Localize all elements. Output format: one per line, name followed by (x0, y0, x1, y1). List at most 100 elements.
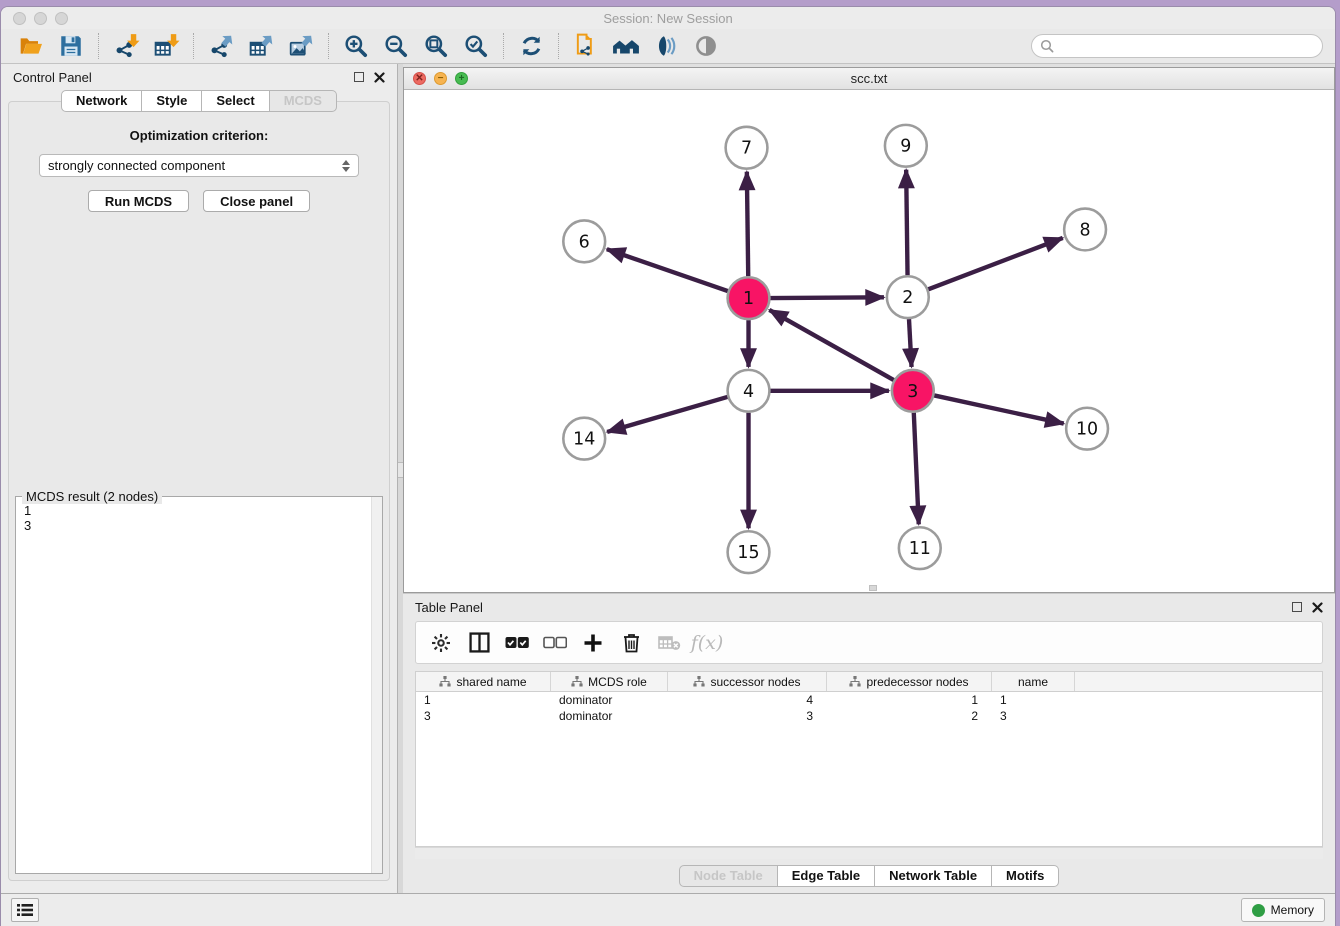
zoom-selected-button[interactable] (456, 31, 496, 61)
graph-edge-3-11[interactable] (914, 413, 919, 525)
tab-network[interactable]: Network (61, 90, 142, 112)
network-close-icon[interactable]: ✕ (413, 72, 426, 85)
zoom-out-button[interactable] (376, 31, 416, 61)
select-all-rows-button[interactable] (500, 626, 534, 660)
add-column-button[interactable] (576, 626, 610, 660)
network-window-titlebar[interactable]: scc.txt ✕ − + (404, 68, 1334, 90)
delete-column-button[interactable] (614, 626, 648, 660)
cell-name[interactable]: 3 (992, 708, 1075, 724)
cell-shared-name[interactable]: 3 (416, 708, 551, 724)
cell-successor-nodes[interactable]: 3 (668, 708, 827, 724)
import-table-button[interactable] (146, 31, 186, 61)
close-panel-icon[interactable] (374, 72, 385, 83)
graph-edge-2-3[interactable] (909, 319, 912, 367)
graph-node-10[interactable]: 10 (1066, 408, 1108, 450)
home-button[interactable] (606, 31, 646, 61)
graph-edge-1-7[interactable] (747, 172, 748, 277)
table-settings-button[interactable] (424, 626, 458, 660)
graph-edge-1-2[interactable] (770, 297, 884, 298)
graph-node-4[interactable]: 4 (728, 370, 770, 412)
cell-predecessor-nodes[interactable]: 2 (827, 708, 992, 724)
toolbar-separator (193, 33, 194, 59)
graph-node-8[interactable]: 8 (1064, 209, 1106, 251)
graph-edge-2-8[interactable] (928, 238, 1062, 289)
column-label: successor nodes (710, 675, 800, 689)
close-panel-button[interactable]: Close panel (203, 190, 310, 212)
visual-style-button[interactable] (646, 31, 686, 61)
svg-text:6: 6 (579, 232, 590, 252)
new-network-from-selection-button[interactable] (566, 31, 606, 61)
graph-node-1[interactable]: 1 (728, 277, 770, 319)
search-input[interactable] (1054, 38, 1314, 54)
import-network-button[interactable] (106, 31, 146, 61)
table-row-1[interactable]: 1dominator411 (416, 692, 1322, 708)
zoom-in-button[interactable] (336, 31, 376, 61)
export-image-button[interactable] (281, 31, 321, 61)
apply-function-icon: f(x) (691, 632, 724, 654)
split-view-button[interactable] (462, 626, 496, 660)
new-network-from-selection-icon (573, 33, 600, 59)
tab-style[interactable]: Style (142, 90, 202, 112)
visual-style-icon (653, 33, 679, 59)
column-header-MCDS-role[interactable]: MCDS role (551, 672, 668, 691)
cell-shared-name[interactable]: 1 (416, 692, 551, 708)
close-table-panel-icon[interactable] (1312, 602, 1323, 613)
float-table-panel-icon[interactable] (1292, 602, 1302, 612)
tab-motifs[interactable]: Motifs (992, 865, 1059, 887)
horizontal-splitter-grip[interactable] (869, 585, 877, 591)
column-header-name[interactable]: name (992, 672, 1075, 691)
table-hscrollbar[interactable] (415, 847, 1323, 859)
column-header-predecessor-nodes[interactable]: predecessor nodes (827, 672, 992, 691)
deselect-all-rows-button[interactable] (538, 626, 572, 660)
cell-predecessor-nodes[interactable]: 1 (827, 692, 992, 708)
cell-MCDS-role[interactable]: dominator (551, 708, 668, 724)
column-header-shared-name[interactable]: shared name (416, 672, 551, 691)
task-history-button[interactable] (11, 898, 39, 922)
search-field[interactable] (1031, 34, 1323, 58)
optimization-criterion-select[interactable]: strongly connected component (39, 154, 359, 177)
result-scrollbar[interactable] (371, 497, 382, 873)
open-session-button[interactable] (11, 31, 51, 61)
network-maximize-icon[interactable]: + (455, 72, 468, 85)
tab-edge-table[interactable]: Edge Table (778, 865, 875, 887)
tab-mcds[interactable]: MCDS (270, 90, 337, 112)
tab-node-table[interactable]: Node Table (679, 865, 778, 887)
table-row-2[interactable]: 3dominator323 (416, 708, 1322, 724)
graph-node-6[interactable]: 6 (563, 220, 605, 262)
node-table: shared name MCDS role successor nodes pr… (415, 671, 1323, 847)
network-minimize-icon[interactable]: − (434, 72, 447, 85)
save-session-button[interactable] (51, 31, 91, 61)
float-panel-icon[interactable] (354, 72, 364, 82)
graph-edge-4-14[interactable] (607, 397, 727, 432)
graph-node-2[interactable]: 2 (887, 276, 929, 318)
tab-network-table[interactable]: Network Table (875, 865, 992, 887)
cell-successor-nodes[interactable]: 4 (668, 692, 827, 708)
graph-node-11[interactable]: 11 (899, 527, 941, 569)
panel-splitter[interactable] (397, 64, 403, 893)
network-canvas[interactable]: 1 2 3 4 6 7 8 9 10 11 14 15 (404, 90, 1334, 592)
zoom-fit-button[interactable] (416, 31, 456, 61)
graph-edge-2-9[interactable] (906, 170, 907, 276)
graph-node-3[interactable]: 3 (892, 370, 934, 412)
import-network-icon (113, 33, 140, 59)
export-network-button[interactable] (201, 31, 241, 61)
graph-node-14[interactable]: 14 (563, 418, 605, 460)
refresh-button[interactable] (511, 31, 551, 61)
graph-edge-1-6[interactable] (607, 249, 728, 291)
application-window: Session: New Session (0, 6, 1336, 926)
export-table-button[interactable] (241, 31, 281, 61)
column-header-successor-nodes[interactable]: successor nodes (668, 672, 827, 691)
column-type-icon (849, 676, 861, 687)
graph-node-9[interactable]: 9 (885, 125, 927, 167)
memory-button[interactable]: Memory (1241, 898, 1325, 922)
show-graphics-details-button[interactable] (686, 31, 726, 61)
graph-edge-3-1[interactable] (769, 310, 893, 380)
graph-edge-3-10[interactable] (934, 395, 1063, 423)
cell-name[interactable]: 1 (992, 692, 1075, 708)
run-mcds-button[interactable]: Run MCDS (88, 190, 189, 212)
graph-node-15[interactable]: 15 (728, 531, 770, 573)
export-network-icon (208, 33, 235, 59)
graph-node-7[interactable]: 7 (726, 127, 768, 169)
tab-select[interactable]: Select (202, 90, 269, 112)
cell-MCDS-role[interactable]: dominator (551, 692, 668, 708)
